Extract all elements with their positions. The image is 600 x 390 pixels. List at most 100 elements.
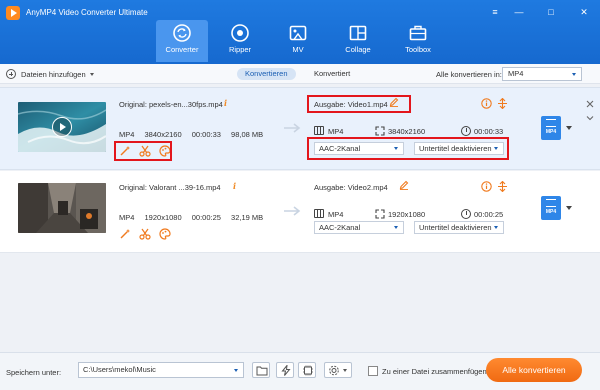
format-file-icon xyxy=(546,119,556,127)
output-format-badge[interactable]: MP4 xyxy=(541,116,561,140)
tab-toolbox[interactable]: Toolbox xyxy=(392,20,444,62)
chevron-down-icon xyxy=(89,72,94,76)
source-metadata: MP4 3840x2160 00:00:33 98,08 MB xyxy=(119,130,271,139)
lightning-icon xyxy=(281,365,291,376)
source-resolution: 1920x1080 xyxy=(144,213,182,222)
output-resolution: 1920x1080 xyxy=(388,210,426,219)
edit-tools-highlight xyxy=(114,141,172,161)
add-files-button[interactable]: Dateien hinzufügen xyxy=(6,68,94,80)
convert-all-format-select[interactable]: MP4 xyxy=(502,67,582,81)
video-thumbnail[interactable] xyxy=(18,183,106,233)
converter-icon xyxy=(173,24,191,42)
title-bar: AnyMP4 Video Converter Ultimate ≡ — □ ✕ … xyxy=(0,0,600,64)
film-icon xyxy=(314,209,324,218)
gear-icon xyxy=(329,365,339,376)
tab-converter[interactable]: Converter xyxy=(156,20,208,62)
pencil-icon[interactable] xyxy=(399,180,409,190)
chevron-down-icon[interactable] xyxy=(566,126,572,130)
app-title: AnyMP4 Video Converter Ultimate xyxy=(26,8,148,17)
output-format: MP4 xyxy=(328,210,344,219)
tab-collage-label: Collage xyxy=(345,45,371,54)
info-icon[interactable]: i xyxy=(224,98,227,108)
convert-all-button[interactable]: Alle konvertieren xyxy=(486,358,582,382)
gpu-button[interactable] xyxy=(298,362,316,378)
film-icon xyxy=(314,126,324,135)
chevron-down-icon[interactable] xyxy=(586,114,594,122)
audio-track-select[interactable]: AAC-2Kanal xyxy=(314,221,404,234)
convert-all-label: Alle konvertieren in: xyxy=(436,70,502,79)
merge-arrows-icon[interactable] xyxy=(497,98,508,109)
audio-track-value: AAC-2Kanal xyxy=(319,223,361,232)
output-duration: 00:00:25 xyxy=(474,210,504,219)
output-format-badge-label: MP4 xyxy=(545,129,557,135)
file-row[interactable]: Original: pexels-en...30fps.mp4 i MP4 38… xyxy=(0,87,600,170)
output-format-badge-label: MP4 xyxy=(545,209,557,215)
plus-icon xyxy=(6,69,16,79)
arrow-right-icon xyxy=(284,206,301,216)
save-location-label: Speichern unter: xyxy=(6,368,62,377)
convert-all-format-value: MP4 xyxy=(508,69,524,78)
chevron-down-icon xyxy=(494,226,498,229)
merge-label: Zu einer Datei zusammenfügen xyxy=(382,367,487,376)
disc-icon xyxy=(231,24,249,42)
source-metadata: MP4 1920x1080 00:00:25 32,19 MB xyxy=(119,213,271,222)
output-name-highlight xyxy=(307,95,411,113)
source-size: 98,08 MB xyxy=(231,130,264,139)
maximize-icon[interactable]: □ xyxy=(545,6,557,18)
original-filename: Original: Valorant ...39-16.mp4 xyxy=(119,183,221,192)
add-files-label: Dateien hinzufügen xyxy=(21,69,86,79)
settings-button[interactable] xyxy=(324,362,352,378)
tab-toolbox-label: Toolbox xyxy=(405,45,431,54)
tab-ripper[interactable]: Ripper xyxy=(214,20,266,62)
info-circle-icon[interactable] xyxy=(481,98,492,109)
resolution-icon xyxy=(375,209,385,219)
tab-mv-label: MV xyxy=(292,45,304,54)
chevron-down-icon xyxy=(343,369,347,372)
tab-mv[interactable]: MV xyxy=(272,20,324,62)
minimize-icon[interactable]: — xyxy=(513,6,525,18)
merge-arrows-icon[interactable] xyxy=(497,181,508,192)
scissors-icon[interactable] xyxy=(139,228,151,240)
mv-icon xyxy=(289,25,307,41)
merge-checkbox[interactable] xyxy=(368,366,378,376)
close-icon[interactable] xyxy=(586,100,594,108)
magic-wand-icon[interactable] xyxy=(119,228,131,240)
source-duration: 00:00:25 xyxy=(191,213,221,222)
tab-converter-label: Converter xyxy=(165,45,199,54)
palette-icon[interactable] xyxy=(159,228,171,240)
resolution-icon xyxy=(375,126,385,136)
output-filename[interactable]: Ausgabe: Video2.mp4 xyxy=(314,183,388,192)
chevron-down-icon[interactable] xyxy=(566,206,572,210)
save-path-value: C:\Users\mekol\Music xyxy=(83,365,156,374)
audio-subtitle-highlight xyxy=(307,137,509,160)
save-path-select[interactable]: C:\Users\mekol\Music xyxy=(78,362,244,378)
play-icon[interactable] xyxy=(52,117,72,137)
file-row[interactable]: Original: Valorant ...39-16.mp4 i MP4 19… xyxy=(0,171,600,253)
source-format: MP4 xyxy=(119,130,135,139)
chevron-down-icon xyxy=(234,369,238,372)
info-circle-icon[interactable] xyxy=(481,181,492,192)
edit-tools xyxy=(119,228,171,240)
tab-ripper-label: Ripper xyxy=(228,45,252,54)
collage-icon xyxy=(349,25,367,41)
subtitle-value: Untertitel deaktivieren xyxy=(419,223,492,232)
source-resolution: 3840x2160 xyxy=(144,130,182,139)
output-format-badge[interactable]: MP4 xyxy=(541,196,561,220)
original-filename: Original: pexels-en...30fps.mp4 xyxy=(119,100,223,109)
folder-icon xyxy=(256,366,268,376)
info-icon[interactable]: i xyxy=(233,181,236,191)
video-thumbnail[interactable] xyxy=(18,102,106,152)
chevron-down-icon xyxy=(394,226,398,229)
toolbox-icon xyxy=(409,25,427,41)
source-duration: 00:00:33 xyxy=(191,130,221,139)
tab-collage[interactable]: Collage xyxy=(332,20,384,62)
close-icon[interactable]: ✕ xyxy=(578,6,590,18)
menu-icon[interactable]: ≡ xyxy=(489,6,501,18)
subtitle-select[interactable]: Untertitel deaktivieren xyxy=(414,221,504,234)
hardware-accel-button[interactable] xyxy=(276,362,294,378)
game-scene-thumbnail-image xyxy=(18,183,106,233)
tab-converted[interactable]: Konvertiert xyxy=(306,68,358,80)
open-folder-button[interactable] xyxy=(252,362,270,378)
chevron-down-icon xyxy=(572,73,576,76)
tab-converting[interactable]: Konvertieren xyxy=(237,68,296,80)
